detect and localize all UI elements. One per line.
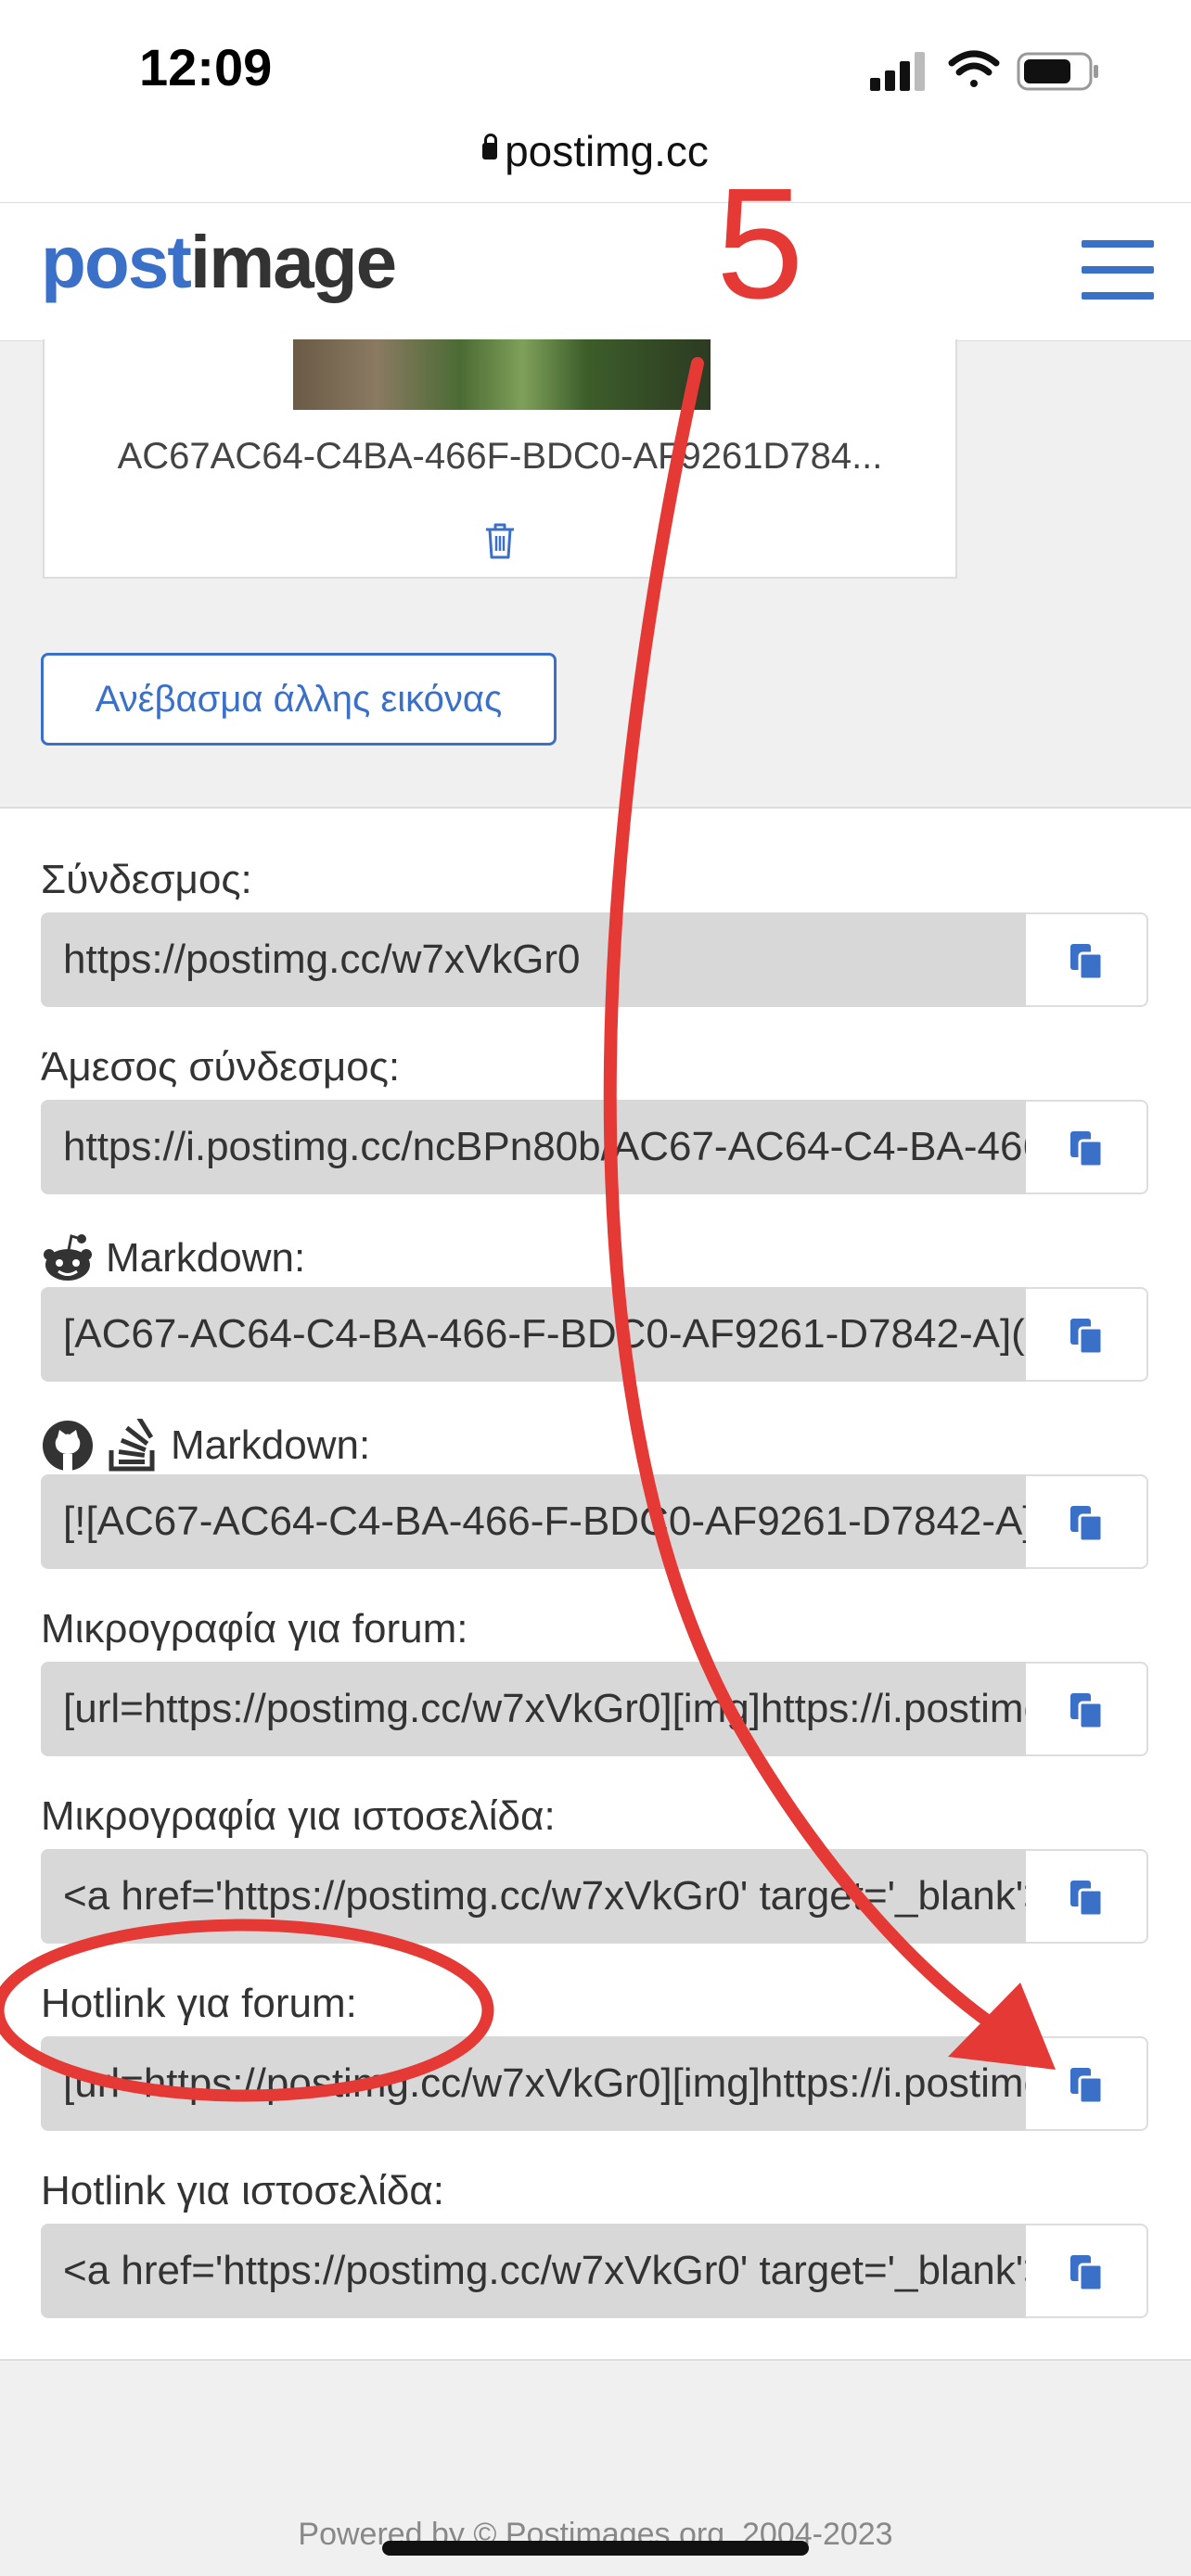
copy-button[interactable] <box>1026 1474 1148 1569</box>
link-label: Σύνδεσμος: <box>41 857 252 902</box>
address-bar[interactable]: postimg.cc <box>0 126 1191 176</box>
site-header: postimage <box>0 202 1191 341</box>
copy-icon <box>1070 1881 1104 1918</box>
uploaded-filename: AC67AC64-C4BA-466F-BDC0-AF9261D784... <box>117 436 883 477</box>
reddit-icon <box>44 1234 92 1281</box>
share-links-section: Σύνδεσμος: https://postimg.cc/w7xVkGr0 Ά… <box>0 807 1191 2361</box>
upload-area: AC67AC64-C4BA-466F-BDC0-AF9261D784... Αν… <box>0 339 1191 807</box>
status-time: 12:09 <box>139 38 273 96</box>
link-field[interactable]: [![AC67-AC64-C4-BA-466-F-BDC0-AF9261-D78… <box>41 1474 1026 1569</box>
copy-button[interactable] <box>1026 2224 1148 2318</box>
copy-button[interactable] <box>1026 1849 1148 1944</box>
status-icons <box>870 50 1098 91</box>
trash-icon[interactable] <box>483 521 517 560</box>
browser-top-bar: 12:09 postimg.cc <box>0 0 1191 202</box>
link-field[interactable]: <a href='https://postimg.cc/w7xVkGr0' ta… <box>41 1849 1026 1944</box>
battery-icon <box>1017 52 1098 91</box>
signal-icon <box>870 52 925 91</box>
link-field[interactable]: [url=https://postimg.cc/w7xVkGr0][img]ht… <box>41 1662 1026 1756</box>
copy-icon <box>1070 1319 1104 1356</box>
copy-button[interactable] <box>1026 2036 1148 2131</box>
link-label: Hotlink για forum: <box>41 1981 357 2026</box>
copy-icon <box>1070 1693 1104 1730</box>
link-row-link: Σύνδεσμος: https://postimg.cc/w7xVkGr0 <box>41 857 1148 1042</box>
link-field[interactable]: https://i.postimg.cc/ncBPn80b/AC67-AC64-… <box>41 1100 1026 1194</box>
copy-icon <box>1070 944 1104 981</box>
postimage-logo[interactable]: postimage <box>41 220 397 305</box>
link-field[interactable]: [url=https://postimg.cc/w7xVkGr0][img]ht… <box>41 2036 1026 2131</box>
hamburger-icon[interactable] <box>1082 240 1154 300</box>
uploaded-image-card: AC67AC64-C4BA-466F-BDC0-AF9261D784... <box>43 339 957 579</box>
link-label: Μικρογραφία για forum: <box>41 1606 468 1651</box>
copy-button[interactable] <box>1026 912 1148 1007</box>
link-label: Μικρογραφία για ιστοσελίδα: <box>41 1793 556 1839</box>
link-field[interactable]: [AC67-AC64-C4-BA-466-F-BDC0-AF9261-D7842… <box>41 1287 1026 1382</box>
lock-icon <box>482 133 498 159</box>
github-icon <box>43 1421 93 1471</box>
copy-icon <box>1070 1506 1104 1543</box>
link-field[interactable]: <a href='https://postimg.cc/w7xVkGr0' ta… <box>41 2224 1026 2318</box>
copy-icon <box>1070 2255 1104 2292</box>
upload-another-button[interactable]: Ανέβασμα άλλης εικόνας <box>41 653 557 746</box>
link-row-markdown-reddit: Markdown: [AC67-AC64-C4-BA-466-F-BDC0-AF… <box>41 1231 1148 1417</box>
copy-button[interactable] <box>1026 1287 1148 1382</box>
logo-image: image <box>189 221 397 303</box>
link-label: Άμεσος σύνδεσμος: <box>41 1044 401 1090</box>
stackoverflow-icon <box>109 1419 155 1472</box>
link-row-thumb-forum: Μικρογραφία για forum: [url=https://post… <box>41 1606 1148 1792</box>
link-field[interactable]: https://postimg.cc/w7xVkGr0 <box>41 912 1026 1007</box>
link-row-thumb-website: Μικρογραφία για ιστοσελίδα: <a href='htt… <box>41 1793 1148 1979</box>
copy-icon <box>1070 2068 1104 2105</box>
annotation-step-number: 5 <box>716 156 804 332</box>
uploaded-thumbnail[interactable] <box>293 339 711 410</box>
link-label: Markdown: <box>41 1231 305 1285</box>
link-row-hotlink-forum: Hotlink για forum: [url=https://postimg.… <box>41 1981 1148 2166</box>
link-row-markdown-github: Markdown: [![AC67-AC64-C4-BA-466-F-BDC0-… <box>41 1419 1148 1604</box>
copy-button[interactable] <box>1026 1662 1148 1756</box>
copy-icon <box>1070 1131 1104 1168</box>
link-label: Hotlink για ιστοσελίδα: <box>41 2168 445 2213</box>
logo-post: post <box>41 221 192 303</box>
home-indicator <box>382 2541 809 2556</box>
wifi-icon <box>948 50 1000 87</box>
link-row-hotlink-website: Hotlink για ιστοσελίδα: <a href='https:/… <box>41 2168 1148 2353</box>
copy-button[interactable] <box>1026 1100 1148 1194</box>
link-label: Markdown: <box>41 1419 370 1473</box>
url-text: postimg.cc <box>505 127 709 175</box>
link-row-direct: Άμεσος σύνδεσμος: https://i.postimg.cc/n… <box>41 1044 1148 1230</box>
